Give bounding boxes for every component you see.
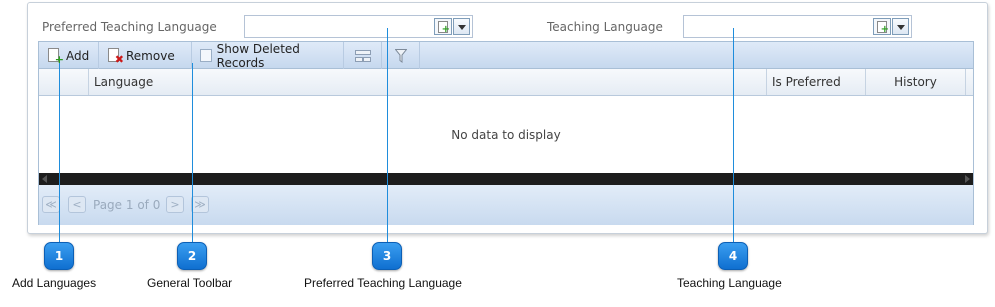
- first-page-button[interactable]: ≪: [42, 196, 60, 213]
- horizontal-scrollbar[interactable]: [39, 173, 973, 185]
- languages-grid: + Add ✖ Remove Show Deleted Records Lang…: [38, 41, 974, 225]
- remove-button-label: Remove: [126, 48, 175, 63]
- callout-caption-1: Add Languages: [12, 276, 97, 290]
- callout-badge-3: 3: [372, 242, 402, 270]
- column-chooser-button[interactable]: [344, 42, 382, 69]
- page-indicator: Page 1 of 0: [93, 198, 161, 212]
- show-deleted-checkbox[interactable]: [200, 49, 212, 62]
- plus-icon: +: [441, 24, 450, 35]
- remove-button[interactable]: ✖ Remove: [99, 42, 192, 69]
- next-page-button[interactable]: >: [166, 196, 184, 213]
- show-deleted-label: Show Deleted Records: [216, 41, 300, 70]
- remove-document-icon: ✖: [107, 48, 124, 66]
- filter-icon: [394, 48, 407, 63]
- callout-line-4: [733, 28, 734, 243]
- preferred-teaching-language-combo[interactable]: +: [244, 15, 473, 38]
- teaching-language-dropdown-button[interactable]: [892, 18, 909, 35]
- grid-select-column-header[interactable]: [39, 69, 89, 95]
- callout-caption-3: Preferred Teaching Language: [304, 276, 462, 290]
- scroll-left-icon[interactable]: [42, 175, 47, 183]
- preferred-language-dropdown-button[interactable]: [453, 18, 470, 35]
- column-header-history[interactable]: History: [866, 69, 966, 95]
- callout-caption-2: General Toolbar: [147, 276, 233, 290]
- previous-page-button[interactable]: <: [68, 196, 86, 213]
- teaching-language-label: Teaching Language: [547, 20, 663, 34]
- teaching-language-combo[interactable]: +: [683, 15, 912, 38]
- add-teaching-language-button[interactable]: +: [873, 18, 891, 35]
- callout-badge-1: 1: [44, 242, 74, 270]
- add-preferred-language-button[interactable]: +: [434, 18, 452, 35]
- pager: ≪ < Page 1 of 0 > ≫: [39, 185, 973, 225]
- callout-line-3: [387, 28, 388, 243]
- callout-caption-4: Teaching Language: [677, 276, 782, 290]
- last-page-button[interactable]: ≫: [191, 196, 209, 213]
- callout-badge-4: 4: [718, 242, 748, 270]
- no-data-message: No data to display: [451, 128, 561, 142]
- chevron-down-icon: [897, 25, 905, 30]
- callout-badge-2: 2: [177, 242, 207, 270]
- add-button[interactable]: + Add: [39, 42, 99, 69]
- columns-icon: [354, 49, 371, 62]
- grid-header-row: Language Is Preferred History: [39, 69, 973, 96]
- callout-line-1: [59, 63, 60, 243]
- preferred-teaching-language-label: Preferred Teaching Language: [42, 20, 217, 34]
- show-deleted-records-toggle[interactable]: Show Deleted Records: [192, 41, 344, 70]
- chevron-down-icon: [458, 25, 466, 30]
- plus-icon: +: [880, 24, 889, 35]
- column-header-is-preferred[interactable]: Is Preferred: [767, 69, 866, 95]
- add-document-icon: +: [47, 48, 64, 66]
- add-button-label: Add: [66, 48, 90, 63]
- callout-line-2: [192, 63, 193, 243]
- general-toolbar: + Add ✖ Remove Show Deleted Records: [39, 41, 973, 70]
- scroll-right-icon[interactable]: [965, 175, 970, 183]
- column-header-language[interactable]: Language: [89, 69, 767, 95]
